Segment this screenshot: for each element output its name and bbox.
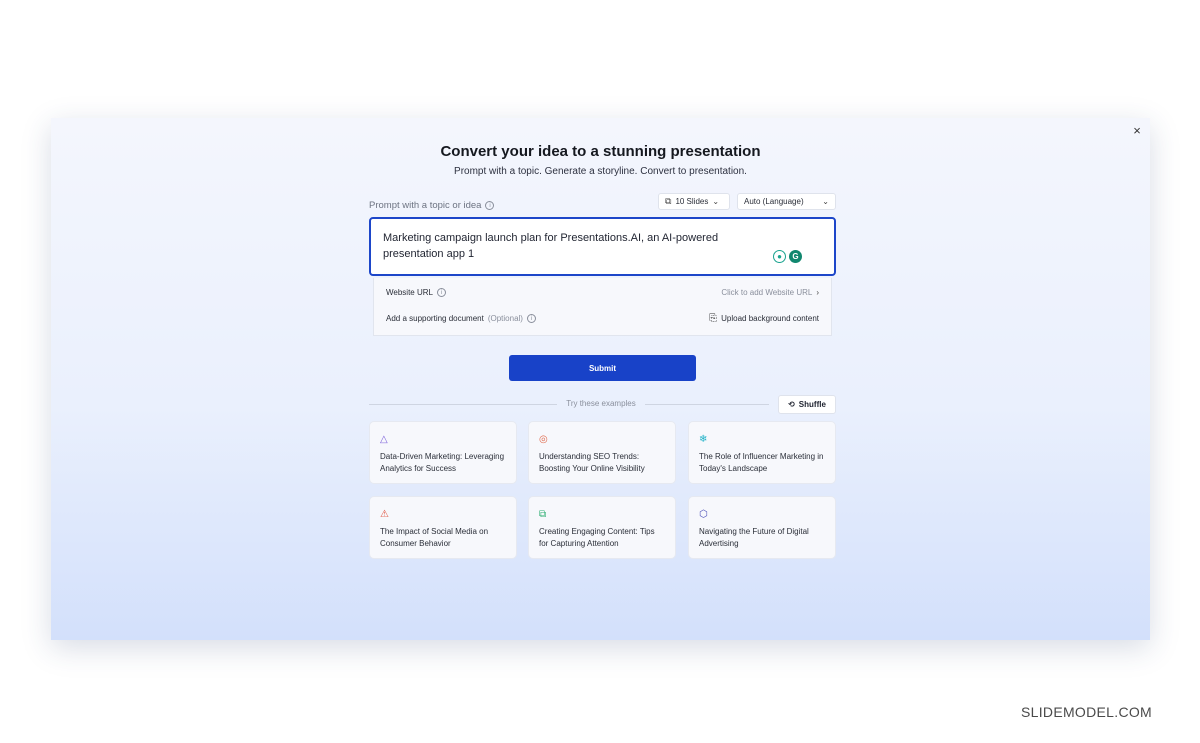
example-card[interactable]: ⬡ Navigating the Future of Digital Adver… xyxy=(688,496,836,559)
add-website-url-label: Click to add Website URL xyxy=(721,288,813,297)
slides-icon: ⧉ xyxy=(665,196,672,206)
example-card-text: The Role of Influencer Marketing in Toda… xyxy=(699,452,824,473)
extension-icons: ● G xyxy=(773,250,802,263)
upload-background-label: Upload background content xyxy=(721,314,819,323)
divider xyxy=(369,404,557,405)
supporting-document-label: Add a supporting document xyxy=(386,314,484,323)
grammarly-icon[interactable]: G xyxy=(789,250,802,263)
info-icon[interactable]: i xyxy=(485,201,495,210)
triangle-nodes-icon: △ xyxy=(380,434,388,445)
shuffle-icon: ⟲ xyxy=(788,400,795,409)
submit-button[interactable]: Submit xyxy=(509,355,696,381)
chevron-right-icon: › xyxy=(816,288,819,297)
watermark: SLIDEMODEL.COM xyxy=(1021,704,1152,720)
website-url-label: Website URL xyxy=(386,288,433,297)
dialog-title: Convert your idea to a stunning presenta… xyxy=(440,143,761,160)
bulb-extension-icon[interactable]: ● xyxy=(773,250,786,263)
info-icon[interactable]: i xyxy=(526,314,536,323)
optional-label: (Optional) xyxy=(487,314,523,323)
example-card[interactable]: ◎ Understanding SEO Trends: Boosting You… xyxy=(528,421,676,484)
chevron-down-icon: ⌄ xyxy=(822,197,829,206)
example-card-text: The Impact of Social Media on Consumer B… xyxy=(380,527,489,548)
snowflake-icon: ❄ xyxy=(699,434,708,445)
example-card[interactable]: ❄ The Role of Influencer Marketing in To… xyxy=(688,421,836,484)
cube-icon: ⬡ xyxy=(699,509,708,520)
info-icon[interactable]: i xyxy=(436,288,446,297)
example-card-text: Data-Driven Marketing: Leveraging Analyt… xyxy=(380,452,505,473)
upload-background-button[interactable]: ⎘ Upload background content xyxy=(709,313,819,324)
slides-count-value: 10 Slides xyxy=(675,197,709,206)
layers-icon: ⧉ xyxy=(539,509,547,520)
add-website-url-button[interactable]: Click to add Website URL › xyxy=(721,288,819,297)
example-card-text: Understanding SEO Trends: Boosting Your … xyxy=(539,452,645,473)
example-card[interactable]: △ Data-Driven Marketing: Leveraging Anal… xyxy=(369,421,517,484)
paperclip-icon: ⎘ xyxy=(709,313,718,324)
language-select[interactable]: Auto (Language) ⌄ xyxy=(737,193,836,210)
prompt-input-value: Marketing campaign launch plan for Prese… xyxy=(383,232,719,260)
example-card-text: Navigating the Future of Digital Adverti… xyxy=(699,527,809,548)
prompt-label-text: Prompt with a topic or idea xyxy=(369,200,482,211)
examples-header: Try these examples xyxy=(566,399,636,408)
dialog-subtitle: Prompt with a topic. Generate a storylin… xyxy=(454,166,747,177)
divider xyxy=(645,404,769,405)
options-panel: Website URL i Click to add Website URL ›… xyxy=(373,278,832,336)
shuffle-label: Shuffle xyxy=(798,400,826,409)
close-icon[interactable]: × xyxy=(1130,124,1144,138)
example-card[interactable]: ⚠ The Impact of Social Media on Consumer… xyxy=(369,496,517,559)
presentation-dialog: × Convert your idea to a stunning presen… xyxy=(51,118,1150,640)
example-card[interactable]: ⧉ Creating Engaging Content: Tips for Ca… xyxy=(528,496,676,559)
prompt-label: Prompt with a topic or idea i xyxy=(369,200,495,211)
language-value: Auto (Language) xyxy=(744,197,804,206)
slides-count-select[interactable]: ⧉ 10 Slides ⌄ xyxy=(658,193,730,210)
shuffle-button[interactable]: ⟲ Shuffle xyxy=(778,395,836,414)
target-icon: ◎ xyxy=(539,434,548,445)
warning-icon: ⚠ xyxy=(380,509,389,520)
prompt-input[interactable]: Marketing campaign launch plan for Prese… xyxy=(369,217,836,276)
example-card-text: Creating Engaging Content: Tips for Capt… xyxy=(539,527,655,548)
chevron-down-icon: ⌄ xyxy=(712,197,720,206)
